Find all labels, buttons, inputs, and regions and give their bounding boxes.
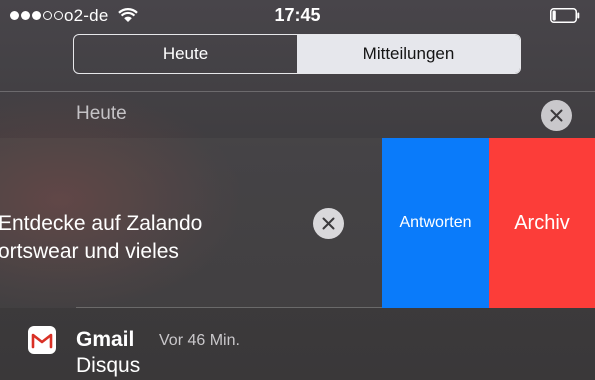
battery-icon <box>550 8 580 23</box>
clock: 17:45 <box>274 5 321 25</box>
app-name: Gmail <box>76 328 135 351</box>
archive-button[interactable]: Archiv <box>489 138 595 308</box>
status-bar: o2-de 17:45 <box>0 0 595 32</box>
gmail-icon <box>28 326 56 354</box>
notification-line-1: Entdecke auf Zalando <box>0 212 203 235</box>
notification-text: Entdecke auf Zalando ortswear und vieles <box>0 210 202 266</box>
tab-heute[interactable]: Heute <box>74 35 297 73</box>
clear-notification-button[interactable] <box>313 208 344 239</box>
separator <box>76 307 382 308</box>
notification-line-2: ortswear und vieles <box>0 240 179 263</box>
segmented-control: Heute Mitteilungen <box>73 34 521 74</box>
clear-section-button[interactable] <box>541 100 572 131</box>
section-header: Heute <box>0 92 595 138</box>
notification-subject[interactable]: Disqus <box>76 354 140 378</box>
section-title: Heute <box>76 103 127 124</box>
tab-mitteilungen[interactable]: Mitteilungen <box>297 35 520 73</box>
close-icon <box>322 217 335 230</box>
timestamp: Vor 46 Min. <box>159 332 240 349</box>
close-icon <box>550 109 563 122</box>
reply-button[interactable]: Antworten <box>382 138 489 308</box>
